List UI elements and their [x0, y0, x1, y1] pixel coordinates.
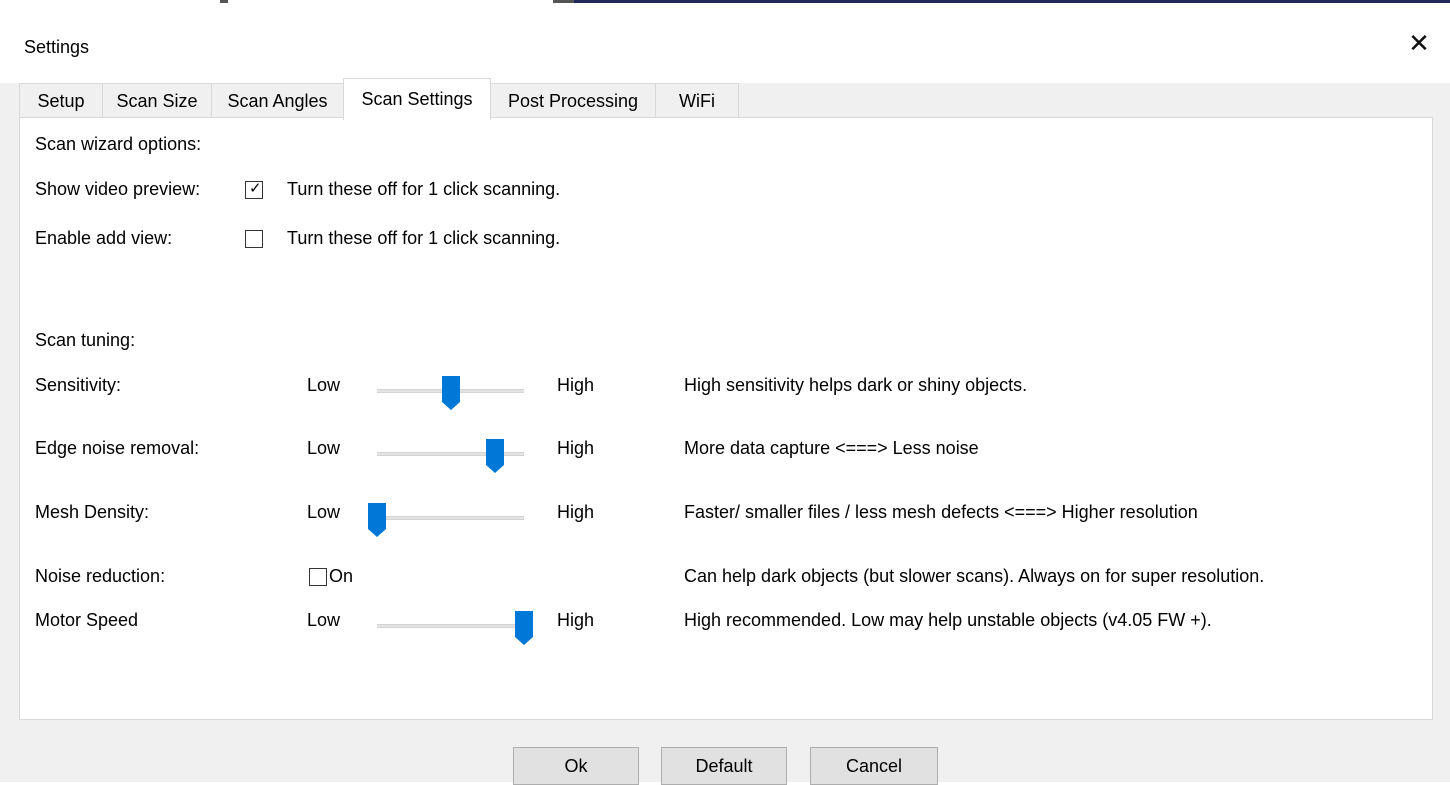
sensitivity-label: Sensitivity: [35, 375, 122, 395]
mesh-density-label: Mesh Density: [35, 502, 150, 522]
edge-noise-note: More data capture <===> Less noise [684, 438, 979, 458]
noise-reduction-on-label[interactable]: On [329, 566, 353, 587]
noise-reduction-checkbox[interactable] [309, 568, 327, 586]
enable-add-view-label: Enable add view: [35, 228, 173, 248]
scan-tuning-heading: Scan tuning: [35, 330, 136, 350]
edge-noise-low-label: Low [307, 438, 341, 458]
tab-scan-settings[interactable]: Scan Settings [343, 78, 491, 120]
tab-scan-size[interactable]: Scan Size [102, 83, 212, 118]
tab-wifi[interactable]: WiFi [655, 83, 739, 118]
cancel-button[interactable]: Cancel [810, 747, 938, 785]
sensitivity-high-label: High [557, 375, 595, 395]
motor-speed-label: Motor Speed [35, 610, 139, 630]
ok-button[interactable]: Ok [513, 747, 639, 785]
tab-scan-angles[interactable]: Scan Angles [211, 83, 344, 118]
enable-add-view-checkbox[interactable] [245, 230, 263, 248]
mesh-density-note: Faster/ smaller files / less mesh defect… [684, 502, 1198, 522]
edge-noise-label: Edge noise removal: [35, 438, 200, 458]
sensitivity-low-label: Low [307, 375, 341, 395]
settings-dialog: Settings ✕ Setup Scan Size Scan Angles S… [0, 3, 1450, 785]
motor-speed-low-label: Low [307, 610, 341, 630]
show-video-preview-note: Turn these off for 1 click scanning. [287, 179, 561, 199]
tab-setup[interactable]: Setup [19, 83, 103, 118]
show-video-preview-checkbox[interactable]: ✓ [245, 180, 263, 199]
tab-post-processing[interactable]: Post Processing [490, 83, 656, 118]
scan-settings-panel: Scan wizard options: Show video preview:… [19, 117, 1433, 720]
motor-speed-slider-thumb[interactable] [515, 611, 533, 645]
default-button[interactable]: Default [661, 747, 787, 785]
mesh-density-high-label: High [557, 502, 595, 522]
window-title: Settings [24, 37, 90, 57]
mesh-density-slider-track[interactable] [377, 516, 524, 520]
sensitivity-note: High sensitivity helps dark or shiny obj… [684, 375, 1028, 395]
sensitivity-slider-thumb[interactable] [442, 376, 460, 410]
enable-add-view-note: Turn these off for 1 click scanning. [287, 228, 561, 248]
show-video-preview-label: Show video preview: [35, 179, 201, 199]
edge-noise-high-label: High [557, 438, 595, 458]
title-bar: Settings ✕ [0, 3, 1450, 83]
checkmark-icon: ✓ [249, 180, 262, 197]
motor-speed-note: High recommended. Low may help unstable … [684, 610, 1212, 630]
edge-noise-slider-thumb[interactable] [486, 439, 504, 473]
noise-reduction-label: Noise reduction: [35, 566, 166, 586]
close-icon[interactable]: ✕ [1404, 26, 1434, 60]
noise-reduction-note: Can help dark objects (but slower scans)… [684, 566, 1265, 586]
mesh-density-slider-thumb[interactable] [368, 503, 386, 537]
motor-speed-slider-track[interactable] [377, 624, 524, 628]
wizard-options-heading: Scan wizard options: [35, 134, 202, 154]
motor-speed-high-label: High [557, 610, 595, 630]
mesh-density-low-label: Low [307, 502, 341, 522]
